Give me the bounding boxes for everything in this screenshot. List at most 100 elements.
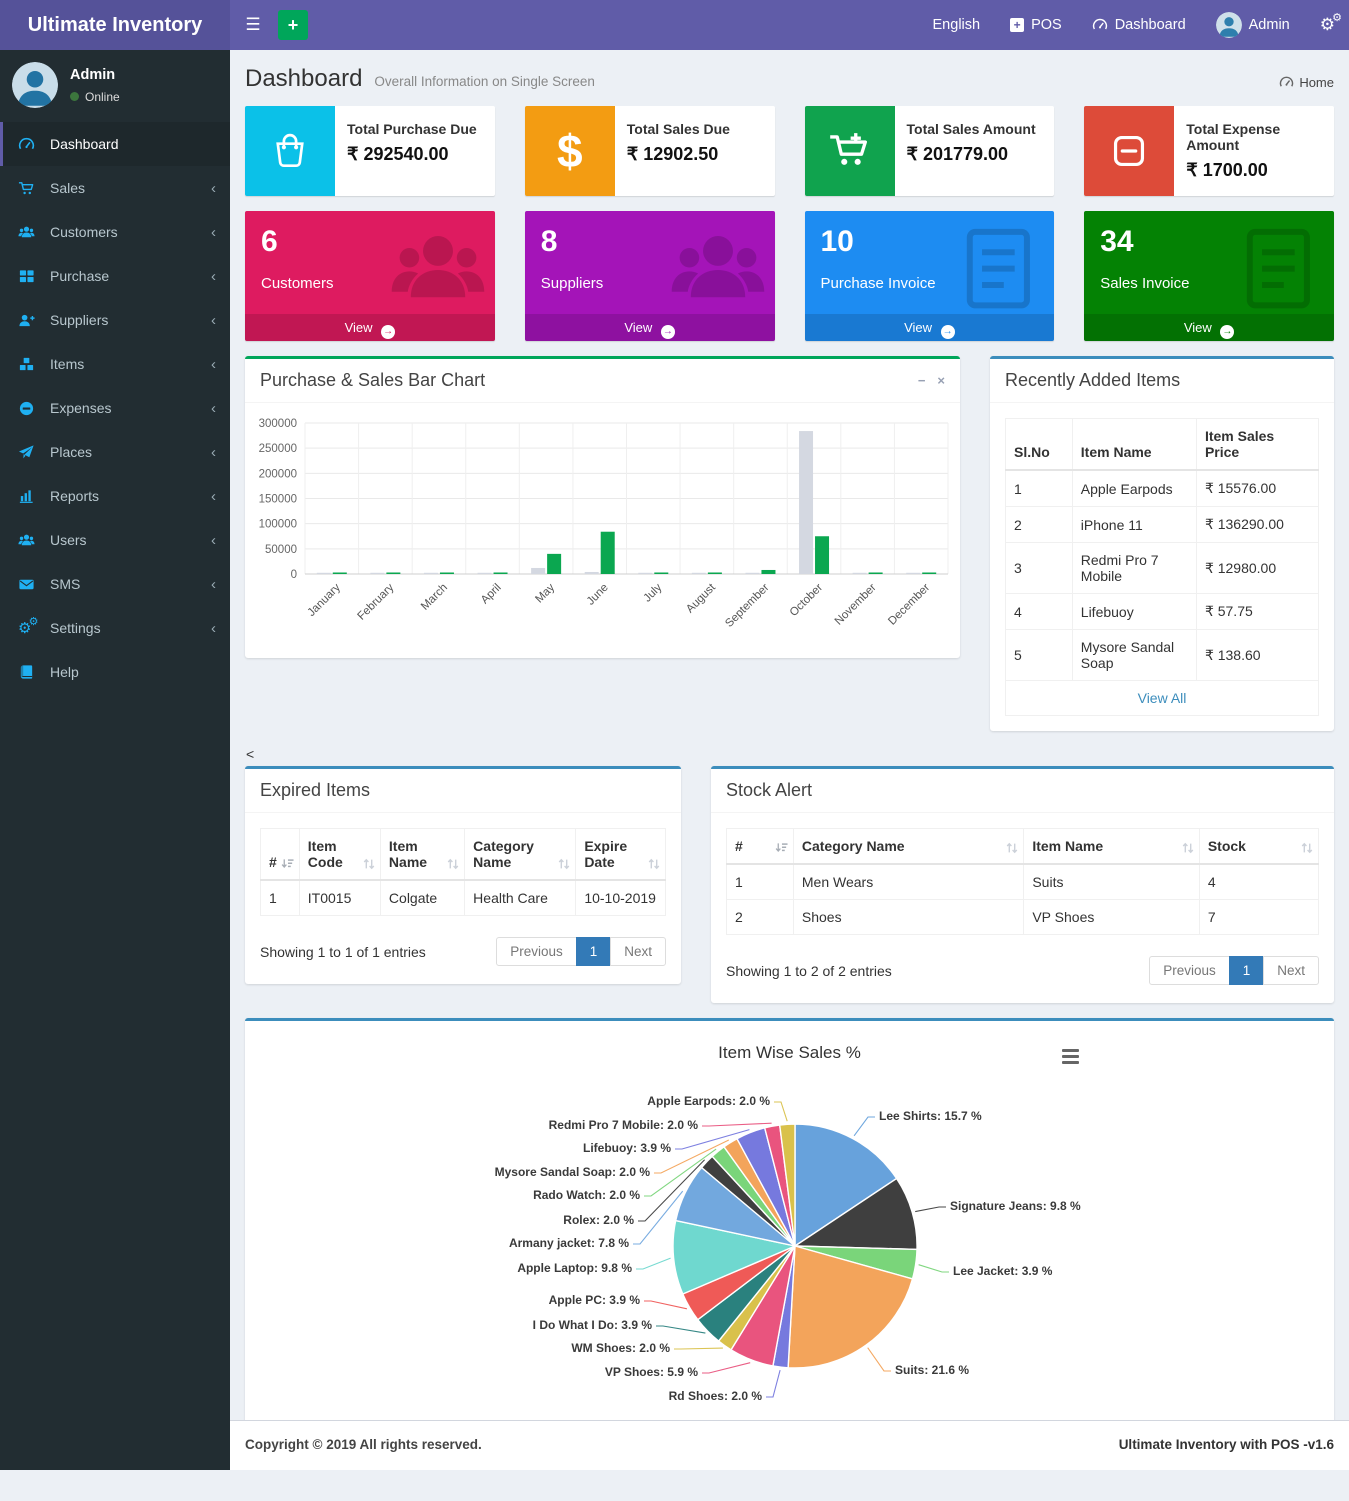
next-page-button[interactable]: Next <box>1263 956 1319 985</box>
arrow-circle-right-icon: → <box>1220 325 1234 339</box>
column-header[interactable]: Stock <box>1199 829 1318 865</box>
arrow-circle-right-icon: → <box>381 325 395 339</box>
settings-gears-icon[interactable]: ⚙⚙ <box>1320 15 1335 35</box>
pie-chart-panel: Item Wise Sales % Lee Shirts: 15.7 %Sign… <box>245 1018 1334 1441</box>
svg-text:June: June <box>585 582 611 608</box>
page-1-button[interactable]: 1 <box>576 937 612 966</box>
info-box-label: Purchase Invoice <box>805 275 1055 292</box>
stat-card-value: ₹ 201779.00 <box>907 144 1036 165</box>
sidebar-item-places[interactable]: Places ‹ <box>0 430 230 474</box>
sidebar-item-sales[interactable]: Sales ‹ <box>0 166 230 210</box>
chart-menu-icon[interactable] <box>1062 1049 1079 1067</box>
column-header[interactable]: Item Name <box>1024 829 1199 865</box>
svg-text:August: August <box>684 581 718 615</box>
pie-slice-label: Signature Jeans: 9.8 % <box>950 1199 1081 1213</box>
sort-icon <box>1301 842 1313 854</box>
expired-pagination: Previous 1 Next <box>497 937 666 966</box>
view-link[interactable]: View → <box>245 314 495 341</box>
column-header[interactable]: Category Name <box>465 829 576 881</box>
chevron-left-icon: ‹ <box>211 224 216 241</box>
view-all-link[interactable]: View All <box>1138 690 1187 706</box>
stat-card-label: Total Expense Amount <box>1186 121 1322 153</box>
chevron-left-icon: ‹ <box>211 180 216 197</box>
stat-card: Total Purchase Due ₹ 292540.00 <box>245 106 495 196</box>
grid-icon <box>18 268 40 285</box>
previous-page-button[interactable]: Previous <box>1149 956 1230 985</box>
table-row: 3Redmi Pro 7 Mobile₹ 12980.00 <box>1006 543 1319 594</box>
column-header[interactable]: # <box>727 829 794 865</box>
breadcrumb[interactable]: Home <box>1279 75 1334 90</box>
view-link[interactable]: View → <box>525 314 775 341</box>
minus-square-icon <box>1084 106 1174 196</box>
sidebar-item-settings[interactable]: ⚙⚙ Settings ‹ <box>0 606 230 650</box>
view-link[interactable]: View → <box>805 314 1055 341</box>
minimize-icon[interactable]: − <box>918 373 926 388</box>
column-header[interactable]: Item Name <box>380 829 464 881</box>
pie-slice-label: Lifebuoy: 3.9 % <box>583 1141 671 1155</box>
bar-chart-panel-header: Purchase & Sales Bar Chart − × <box>245 359 960 403</box>
sidebar-toggle-icon[interactable]: ☰ <box>230 0 276 50</box>
svg-text:September: September <box>723 582 771 630</box>
dashboard-link[interactable]: Dashboard <box>1092 17 1186 33</box>
sidebar-item-help[interactable]: Help <box>0 650 230 694</box>
info-box-suppliers: 8 Suppliers View → <box>525 211 775 341</box>
close-icon[interactable]: × <box>937 373 945 388</box>
version-text: Ultimate Inventory with POS -v1.6 <box>1119 1437 1334 1452</box>
page-1-button[interactable]: 1 <box>1229 956 1265 985</box>
quick-add-button[interactable]: + <box>278 10 308 40</box>
recent-items-title: Recently Added Items <box>1005 370 1180 391</box>
sidebar-item-dashboard[interactable]: Dashboard <box>0 122 230 166</box>
chevron-left-icon: ‹ <box>211 268 216 285</box>
book-icon <box>18 664 40 681</box>
gauge-icon <box>1092 17 1108 33</box>
stat-card-label: Total Purchase Due <box>347 121 477 137</box>
pie-slice-label: Lee Jacket: 3.9 % <box>953 1264 1052 1278</box>
cubes-icon <box>18 356 40 373</box>
minus-circle-icon <box>18 400 40 417</box>
language-menu[interactable]: English <box>933 17 981 33</box>
pos-link[interactable]: +POS <box>1010 17 1062 33</box>
expired-items-panel: Expired Items #Item CodeItem NameCategor… <box>245 766 681 984</box>
column-header: Item Name <box>1072 419 1196 471</box>
user-menu[interactable]: Admin <box>1216 12 1290 38</box>
column-header[interactable]: Category Name <box>793 829 1023 865</box>
sidebar-item-suppliers[interactable]: Suppliers ‹ <box>0 298 230 342</box>
avatar <box>1216 12 1242 38</box>
app-brand[interactable]: Ultimate Inventory <box>0 0 230 50</box>
online-status-dot <box>70 92 79 101</box>
info-box-label: Sales Invoice <box>1084 275 1334 292</box>
users-icon <box>18 224 40 241</box>
view-link[interactable]: View → <box>1084 314 1334 341</box>
info-boxes-row: 6 Customers View → 8 Suppliers View → 10… <box>245 211 1334 341</box>
stat-card: Total Expense Amount ₹ 1700.00 <box>1084 106 1334 196</box>
table-row: 1IT0015ColgateHealth Care10-10-2019 <box>261 880 666 916</box>
bar-chart-icon <box>18 488 40 505</box>
sidebar-menu: Dashboard Sales ‹ Customers ‹ Purchase ‹… <box>0 122 230 694</box>
next-page-button[interactable]: Next <box>610 937 666 966</box>
column-header[interactable]: Expire Date <box>576 829 666 881</box>
chevron-left-icon: ‹ <box>211 576 216 593</box>
svg-text:October: October <box>788 582 826 620</box>
column-header[interactable]: # <box>261 829 300 881</box>
svg-text:250000: 250000 <box>259 443 297 455</box>
sidebar-item-purchase[interactable]: Purchase ‹ <box>0 254 230 298</box>
sidebar-item-items[interactable]: Items ‹ <box>0 342 230 386</box>
gauge-icon <box>1279 75 1294 90</box>
bar-chart-panel: Purchase & Sales Bar Chart − × 050000100… <box>245 356 960 658</box>
recent-items-header: Recently Added Items <box>990 359 1334 403</box>
sidebar-item-users[interactable]: Users ‹ <box>0 518 230 562</box>
sidebar: Admin Online Dashboard Sales ‹ Customers… <box>0 50 230 1470</box>
charts-row: Purchase & Sales Bar Chart − × 050000100… <box>245 356 1334 731</box>
table-row: 1Men WearsSuits4 <box>727 864 1319 900</box>
sidebar-item-customers[interactable]: Customers ‹ <box>0 210 230 254</box>
pie-slice-label: Apple PC: 3.9 % <box>549 1293 640 1307</box>
column-header[interactable]: Item Code <box>299 829 380 881</box>
previous-page-button[interactable]: Previous <box>496 937 577 966</box>
sidebar-item-sms[interactable]: SMS ‹ <box>0 562 230 606</box>
info-box-count: 10 <box>805 211 1055 259</box>
stock-entries-summary: Showing 1 to 2 of 2 entries <box>726 963 892 979</box>
sidebar-item-reports[interactable]: Reports ‹ <box>0 474 230 518</box>
shopping-bag-icon <box>245 106 335 196</box>
paper-plane-icon <box>18 444 40 461</box>
sidebar-item-expenses[interactable]: Expenses ‹ <box>0 386 230 430</box>
